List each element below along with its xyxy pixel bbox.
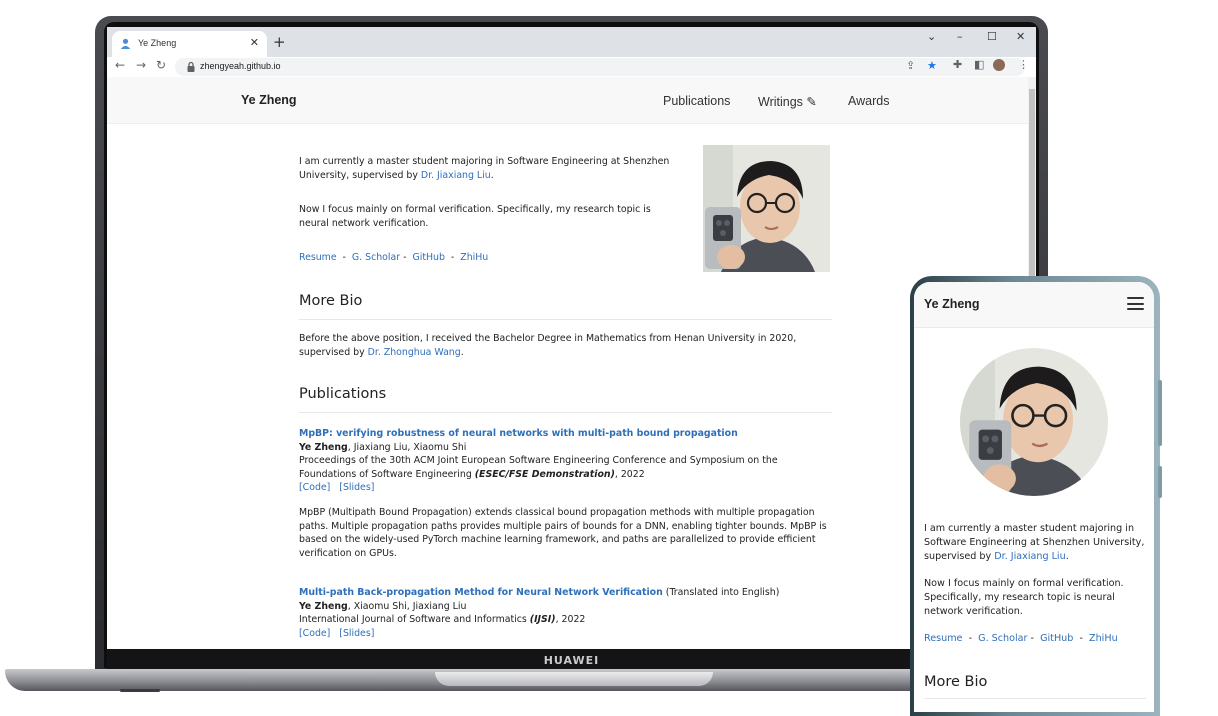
scholar-link[interactable]: G. Scholar <box>352 252 400 263</box>
code-link[interactable]: [Code] <box>299 482 330 493</box>
hamburger-menu-icon[interactable] <box>1127 297 1144 310</box>
nav-publications[interactable]: Publications <box>663 94 730 108</box>
mobile-research-paragraph: Now I focus mainly on formal verificatio… <box>924 578 1124 617</box>
bio-period: . <box>460 346 464 358</box>
more-bio-heading: More Bio <box>299 293 363 309</box>
back-icon[interactable]: ← <box>115 58 125 72</box>
reload-icon[interactable]: ↻ <box>156 58 166 72</box>
phone-screen: Ye Zheng I am currently a master student… <box>914 282 1154 712</box>
phone-volume-button <box>1158 380 1162 446</box>
address-bar[interactable]: zhengyeah.github.io ⇪ ★ <box>175 58 1025 76</box>
bio-paragraph: Before the above position, I received th… <box>299 332 832 359</box>
publication-venue-name: (IJSI) <box>529 614 556 626</box>
tab-title: Ye Zheng <box>138 38 177 48</box>
bookmark-star-icon[interactable]: ★ <box>927 59 937 72</box>
mobile-intro-period: . <box>1065 551 1069 562</box>
laptop-brand-logo: HUAWEI <box>543 654 600 667</box>
mobile-github-link[interactable]: GitHub <box>1040 633 1073 644</box>
mobile-scholar-link[interactable]: G. Scholar <box>978 633 1027 644</box>
mobile-profile-photo <box>960 348 1108 496</box>
intro-period: . <box>490 169 494 181</box>
mobile-intro-paragraph: I am currently a master student majoring… <box>924 522 1148 564</box>
resume-link[interactable]: Resume <box>299 252 337 263</box>
lock-icon <box>187 61 195 72</box>
mobile-supervisor-link[interactable]: Dr. Jiaxiang Liu <box>994 551 1065 562</box>
publication-abstract: MpBP (Multipath Bound Propagation) exten… <box>299 507 827 559</box>
publication-venue: International Journal of Software and In… <box>299 614 530 626</box>
zhihu-link[interactable]: ZhiHu <box>460 252 488 263</box>
laptop-chin: HUAWEI <box>107 649 1036 671</box>
publication-year: , 2022 <box>555 614 586 626</box>
publication-authors: , Jiaxiang Liu, Xiaomu Shi <box>347 441 467 453</box>
publication-self-author: Ye Zheng <box>299 441 348 453</box>
page-viewport: Ye Zheng Publications Writings ✎ Awards … <box>107 77 1028 649</box>
extensions-icon[interactable]: ✚ <box>953 58 962 71</box>
profile-links: Resume - G. Scholar - GitHub - ZhiHu <box>299 252 489 263</box>
browser-tab[interactable]: Ye Zheng ✕ <box>112 31 267 57</box>
slides-link[interactable]: [Slides] <box>339 482 374 493</box>
intro-paragraph: I am currently a master student majoring… <box>299 155 671 182</box>
chevron-down-icon[interactable]: ⌄ <box>927 30 936 43</box>
bachelor-supervisor-link[interactable]: Dr. Zhonghua Wang <box>368 347 461 358</box>
publication-venue-name: (ESEC/FSE Demonstration) <box>474 468 615 480</box>
mobile-navbar: Ye Zheng <box>914 282 1154 328</box>
site-brand[interactable]: Ye Zheng <box>241 93 297 107</box>
mobile-divider <box>924 698 1146 699</box>
divider <box>299 319 832 320</box>
publication-title-link[interactable]: Multi-path Back-propagation Method for N… <box>299 587 663 598</box>
laptop-foot <box>120 689 160 692</box>
forward-icon[interactable]: → <box>136 58 146 72</box>
browser-tab-strip: Ye Zheng ✕ + ⌄ – ☐ ✕ <box>107 27 1036 57</box>
mobile-profile-links: Resume - G. Scholar - GitHub - ZhiHu <box>924 633 1118 644</box>
person-icon <box>120 38 131 49</box>
code-link[interactable]: [Code] <box>299 628 330 639</box>
profile-avatar[interactable] <box>993 59 1005 71</box>
site-navbar: Ye Zheng Publications Writings ✎ Awards <box>107 77 1028 124</box>
laptop-screen: Ye Zheng ✕ + ⌄ – ☐ ✕ ← → ↻ zhengyeah.git… <box>107 27 1036 649</box>
mobile-site-brand[interactable]: Ye Zheng <box>924 297 980 311</box>
share-icon[interactable]: ⇪ <box>906 59 915 72</box>
mobile-more-bio-heading: More Bio <box>924 674 988 690</box>
nav-awards[interactable]: Awards <box>848 94 889 108</box>
minimize-icon[interactable]: – <box>957 30 963 43</box>
publication-year: , 2022 <box>614 468 645 480</box>
side-panel-icon[interactable]: ◧ <box>974 58 984 71</box>
close-tab-icon[interactable]: ✕ <box>250 36 259 49</box>
mobile-zhihu-link[interactable]: ZhiHu <box>1089 633 1118 644</box>
divider <box>299 412 832 413</box>
kebab-menu-icon[interactable]: ⋮ <box>1018 58 1029 71</box>
publication-title-link[interactable]: MpBP: verifying robustness of neural net… <box>299 428 738 439</box>
publication-item: Multi-path Back-propagation Method for N… <box>299 586 832 640</box>
phone-power-button <box>1158 466 1162 498</box>
close-window-icon[interactable]: ✕ <box>1016 30 1025 43</box>
profile-photo <box>703 145 830 272</box>
new-tab-button[interactable]: + <box>273 33 286 51</box>
publications-heading: Publications <box>299 386 387 402</box>
publication-title-suffix: (Translated into English) <box>662 587 780 598</box>
maximize-icon[interactable]: ☐ <box>987 30 997 43</box>
publication-item: MpBP: verifying robustness of neural net… <box>299 427 832 495</box>
url-text: zhengyeah.github.io <box>200 61 281 71</box>
supervisor-link[interactable]: Dr. Jiaxiang Liu <box>421 170 491 181</box>
browser-toolbar: ← → ↻ zhengyeah.github.io ⇪ ★ ✚ ◧ ⋮ <box>107 57 1036 77</box>
nav-writings[interactable]: Writings ✎ <box>758 94 817 109</box>
research-paragraph: Now I focus mainly on formal verificatio… <box>299 204 651 229</box>
mobile-resume-link[interactable]: Resume <box>924 633 962 644</box>
publication-self-author: Ye Zheng <box>299 600 348 612</box>
github-link[interactable]: GitHub <box>412 252 445 263</box>
laptop-opening-notch <box>435 672 713 686</box>
slides-link[interactable]: [Slides] <box>339 628 374 639</box>
publication-authors: , Xiaomu Shi, Jiaxiang Liu <box>347 600 467 612</box>
